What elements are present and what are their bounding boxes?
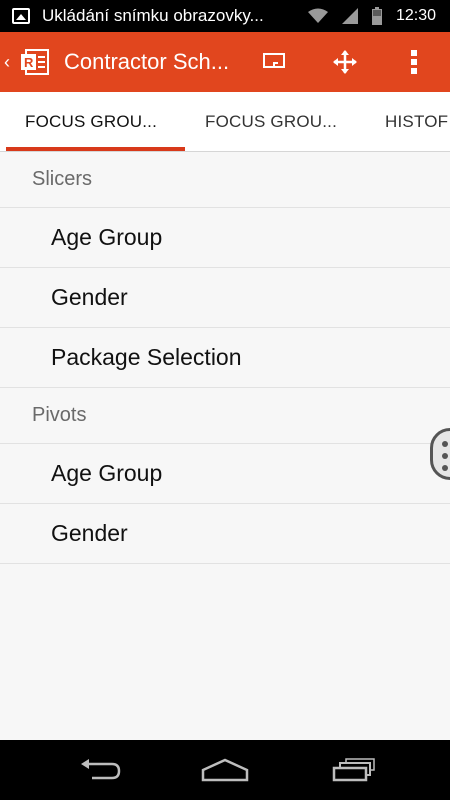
system-nav-bar: [0, 740, 450, 800]
notification-text: Ukládání snímku obrazovky...: [42, 6, 264, 25]
list-item-slicer-age-group[interactable]: Age Group: [0, 208, 450, 268]
up-chevron-icon[interactable]: ‹: [4, 52, 14, 73]
grip-dots-icon: [442, 441, 448, 471]
move-button[interactable]: [319, 32, 371, 92]
present-button[interactable]: [248, 32, 300, 92]
present-icon: [263, 53, 285, 68]
document-title: Contractor Sch...: [64, 49, 230, 74]
section-header-slicers: Slicers: [0, 152, 450, 208]
section-header-pivots: Pivots: [0, 388, 450, 444]
field-list: Slicers Age Group Gender Package Selecti…: [0, 152, 450, 564]
status-icons: 12:30: [307, 7, 450, 25]
svg-text:R: R: [24, 55, 34, 70]
tab-history[interactable]: HISTOF: [385, 92, 448, 151]
battery-icon: [371, 7, 382, 25]
recent-apps-icon: [332, 758, 375, 782]
list-item-pivot-gender[interactable]: Gender: [0, 504, 450, 564]
active-tab-indicator: [6, 147, 185, 151]
list-item-slicer-package-selection[interactable]: Package Selection: [0, 328, 450, 388]
tab-focus-group-1[interactable]: FOCUS GROU...: [25, 92, 157, 151]
overflow-menu-button[interactable]: [388, 32, 440, 92]
overflow-menu-icon: [411, 50, 417, 74]
back-button[interactable]: [60, 740, 140, 800]
app-logo-icon[interactable]: R: [20, 47, 50, 77]
status-bar: Ukládání snímku obrazovky... 12:30: [0, 0, 450, 32]
recent-apps-button[interactable]: [314, 740, 394, 800]
list-item-pivot-age-group[interactable]: Age Group: [0, 444, 450, 504]
clock: 12:30: [395, 7, 436, 24]
signal-icon: [341, 8, 358, 24]
home-button[interactable]: [185, 740, 265, 800]
tab-bar: FOCUS GROU... FOCUS GROU... HISTOF: [0, 92, 450, 152]
tab-focus-group-2[interactable]: FOCUS GROU...: [205, 92, 337, 151]
image-notification-icon: [12, 8, 30, 24]
back-icon: [81, 759, 121, 780]
list-item-slicer-gender[interactable]: Gender: [0, 268, 450, 328]
home-icon: [201, 758, 249, 782]
move-icon: [333, 50, 357, 74]
wifi-icon: [307, 8, 328, 23]
app-bar: ‹ R Contractor Sch...: [0, 32, 450, 92]
